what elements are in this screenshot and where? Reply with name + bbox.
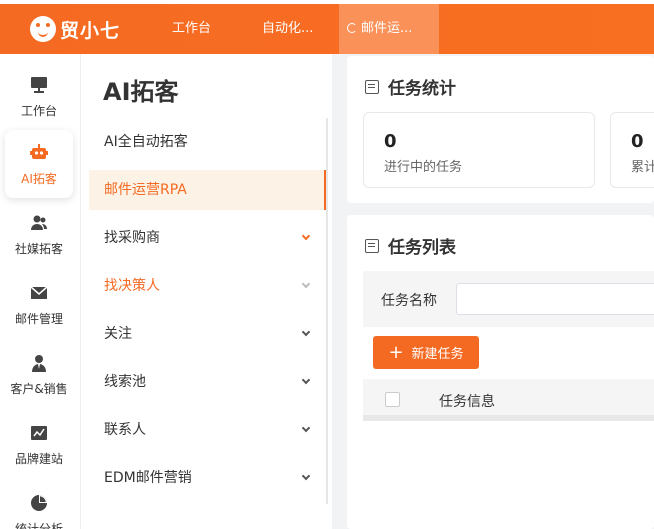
chart-icon	[30, 424, 48, 442]
task-name-input[interactable]	[456, 283, 654, 315]
menu-item-label: 找采购商	[104, 230, 160, 246]
brand-logo[interactable]: 贸小七	[30, 14, 120, 44]
menu-item-email-rpa[interactable]: 邮件运营RPA	[89, 170, 327, 210]
task-name-label: 任务名称	[381, 293, 437, 309]
pie-icon	[30, 494, 48, 512]
task-stats-title-text: 任务统计	[388, 79, 456, 99]
menu-item-contacts[interactable]: 联系人	[89, 410, 327, 450]
submenu-scrollbar[interactable]	[326, 118, 328, 504]
chevron-down-icon	[301, 327, 311, 337]
rail-label: 工作台	[20, 104, 57, 118]
stat-total-tasks: 0 累计	[610, 112, 654, 188]
rail-label: 客户&销售	[10, 382, 68, 396]
rail-item-social[interactable]: 社媒拓客	[5, 200, 73, 268]
task-list-card: 任务列表 任务名称 + 新建任务 任务信息	[347, 215, 654, 529]
menu-item-find-decision-makers[interactable]: 找决策人	[89, 266, 327, 306]
task-list-title-text: 任务列表	[388, 238, 456, 258]
table-header: 任务信息	[363, 379, 654, 421]
menu-item-label: 找决策人	[104, 278, 160, 294]
chevron-down-icon	[301, 471, 311, 481]
column-header-task-info: 任务信息	[439, 394, 495, 410]
chevron-down-icon	[301, 423, 311, 433]
person-icon	[30, 354, 48, 372]
list-icon	[365, 79, 379, 94]
task-list-title: 任务列表	[365, 233, 456, 258]
top-bar: 贸小七 工作台 自动化... 邮件运...	[0, 0, 654, 54]
rail-label: 社媒拓客	[14, 242, 63, 256]
rail-item-ai[interactable]: AI拓客	[5, 130, 73, 198]
new-task-label: 新建任务	[411, 347, 464, 362]
robot-icon	[30, 144, 48, 162]
task-stats-card: 任务统计 0 进行中的任务 0 累计	[347, 56, 654, 203]
logo-icon	[30, 16, 56, 42]
nav-email-ops[interactable]: 邮件运...	[339, 4, 439, 54]
menu-item-label: AI全自动拓客	[104, 134, 188, 150]
rail-label: 统计分析	[14, 522, 63, 529]
menu-item-follow[interactable]: 关注	[89, 314, 327, 354]
chevron-down-icon	[301, 279, 311, 289]
menu-item-label: EDM邮件营销	[104, 470, 192, 486]
sub-menu: AI拓客 AI全自动拓客 邮件运营RPA 找采购商 找决策人 关注 线索池 联系…	[80, 54, 332, 529]
chevron-down-icon	[301, 375, 311, 385]
submenu-title: AI拓客	[103, 78, 179, 106]
menu-item-label: 邮件运营RPA	[104, 182, 187, 198]
stat-value: 0	[631, 131, 644, 152]
users-icon	[30, 214, 48, 232]
brand-name: 贸小七	[60, 19, 121, 42]
rail-item-customer[interactable]: 客户&销售	[5, 340, 73, 408]
rail-label: 邮件管理	[14, 312, 63, 326]
stat-label: 累计	[631, 160, 654, 175]
task-stats-title: 任务统计	[365, 74, 456, 99]
menu-item-label: 关注	[104, 326, 132, 342]
nav-email-ops-label: 邮件运...	[361, 21, 413, 36]
rail-label: 品牌建站	[14, 452, 63, 466]
stat-label: 进行中的任务	[384, 160, 463, 175]
menu-item-label: 线索池	[104, 374, 146, 390]
rail-item-mail[interactable]: 邮件管理	[5, 270, 73, 338]
stat-value: 0	[384, 131, 397, 152]
menu-item-label: 联系人	[104, 422, 146, 438]
menu-item-ai-auto[interactable]: AI全自动拓客	[89, 122, 327, 162]
rail-item-workbench[interactable]: 工作台	[5, 62, 73, 130]
refresh-icon	[347, 23, 357, 33]
left-rail: 工作台 AI拓客 社媒拓客 邮件管理 客户&销售 品牌建站 统计分析	[0, 54, 80, 529]
nav-automation[interactable]: 自动化...	[262, 4, 313, 54]
menu-item-lead-pool[interactable]: 线索池	[89, 362, 327, 402]
rail-item-brand-site[interactable]: 品牌建站	[5, 410, 73, 478]
mail-icon	[30, 284, 48, 302]
rail-item-stats[interactable]: 统计分析	[5, 480, 73, 529]
nav-workbench[interactable]: 工作台	[172, 4, 211, 54]
filter-bar: 任务名称	[363, 271, 654, 327]
rail-label: AI拓客	[21, 172, 57, 186]
new-task-button[interactable]: + 新建任务	[373, 336, 479, 369]
monitor-icon	[30, 76, 48, 94]
select-all-checkbox[interactable]	[385, 392, 400, 407]
chevron-down-icon	[301, 231, 311, 241]
list-icon	[365, 238, 379, 253]
stat-running-tasks: 0 进行中的任务	[363, 112, 595, 188]
plus-icon: +	[388, 341, 404, 363]
menu-item-edm[interactable]: EDM邮件营销	[89, 458, 327, 498]
menu-item-find-buyers[interactable]: 找采购商	[89, 218, 327, 258]
